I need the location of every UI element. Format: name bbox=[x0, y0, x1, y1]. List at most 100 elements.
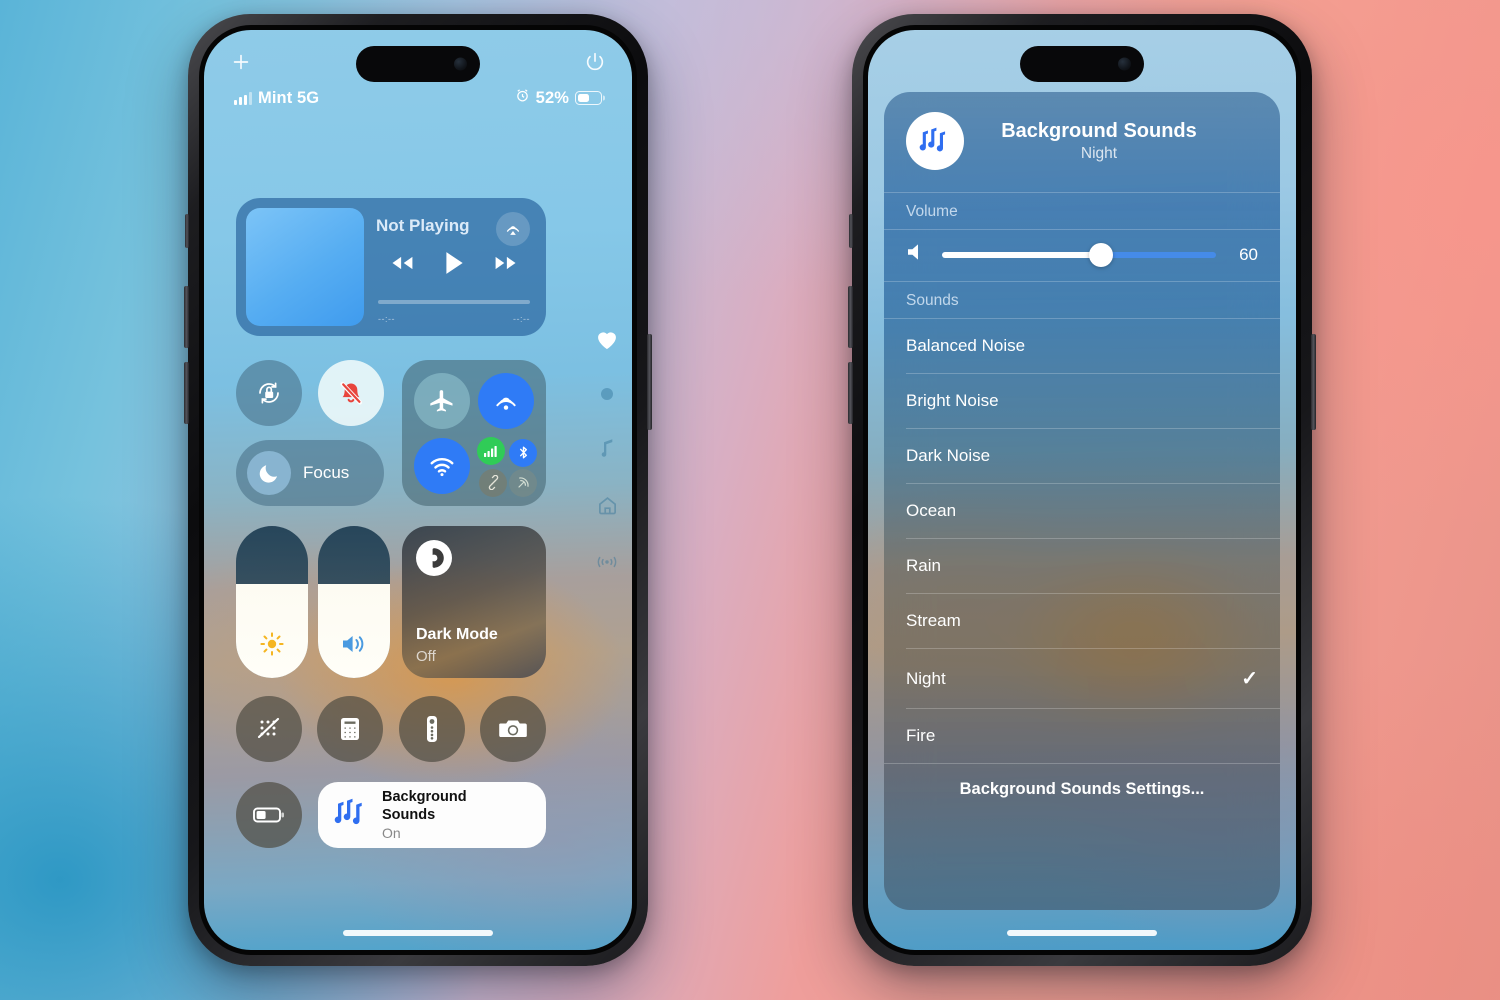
front-camera-icon-right bbox=[1118, 57, 1131, 71]
checkmark-icon: ✓ bbox=[1241, 668, 1258, 690]
sound-option-label: Dark Noise bbox=[906, 446, 991, 465]
volume-row: 60 bbox=[884, 230, 1280, 281]
volume-value: 60 bbox=[1239, 244, 1258, 264]
sounds-list: Balanced Noise Bright Noise Dark Noise Ocea… bbox=[884, 319, 1280, 763]
sound-option-row[interactable]: Night ✓ bbox=[884, 649, 1280, 708]
rotation-lock-icon[interactable] bbox=[236, 360, 302, 426]
low-power-mode-icon[interactable] bbox=[236, 782, 302, 848]
calculator-icon[interactable] bbox=[317, 696, 384, 762]
screen-mirroring-off-icon[interactable] bbox=[236, 696, 302, 762]
panel-header-text: Background Sounds Night bbox=[980, 120, 1258, 163]
status-bar: Mint 5G 52% bbox=[204, 88, 632, 108]
bgs-title-line2: Sounds bbox=[382, 806, 436, 823]
left-phone-screen: Mint 5G 52% Not Playing --:-- --:-- Focu… bbox=[204, 30, 632, 950]
speaker-icon bbox=[906, 242, 928, 267]
sound-option-label: Fire bbox=[906, 726, 936, 745]
heart-icon[interactable] bbox=[596, 330, 618, 355]
volume-slider-fill bbox=[942, 251, 1101, 258]
volume-up-button[interactable] bbox=[184, 286, 189, 348]
sound-option-row[interactable]: Fire bbox=[884, 709, 1280, 763]
volume-slider-track[interactable] bbox=[942, 242, 1216, 267]
silent-switch[interactable] bbox=[185, 214, 189, 248]
sound-option-label: Balanced Noise bbox=[906, 336, 1026, 355]
sound-option-label: Stream bbox=[906, 611, 961, 630]
media-player-widget[interactable]: Not Playing --:-- --:-- bbox=[236, 198, 546, 336]
shortcut-row bbox=[236, 696, 546, 762]
wifi-icon[interactable] bbox=[414, 437, 470, 494]
bottom-row: Background Sounds On bbox=[236, 782, 546, 848]
power-icon[interactable] bbox=[584, 51, 606, 78]
volume-down-button-right[interactable] bbox=[848, 362, 853, 424]
music-notes-icon bbox=[332, 796, 370, 835]
sound-option-row[interactable]: Stream bbox=[884, 594, 1280, 648]
focus-label: Focus bbox=[303, 463, 350, 482]
home-indicator-right[interactable] bbox=[1007, 930, 1157, 936]
background-sounds-text: Background Sounds On bbox=[382, 788, 467, 843]
rewind-icon[interactable] bbox=[389, 254, 415, 277]
dynamic-island bbox=[356, 46, 480, 82]
camera-icon[interactable] bbox=[479, 696, 546, 762]
connectivity-icon[interactable] bbox=[596, 553, 618, 576]
media-timestamps: --:-- --:-- bbox=[378, 314, 530, 324]
airplay-icon[interactable] bbox=[496, 212, 530, 246]
sound-option-label: Bright Noise bbox=[906, 391, 999, 410]
home-indicator[interactable] bbox=[343, 930, 493, 936]
remaining-time: --:-- bbox=[513, 314, 530, 324]
airplane-mode-icon[interactable] bbox=[414, 372, 470, 429]
cellular-data-icon[interactable] bbox=[477, 436, 505, 465]
volume-down-button[interactable] bbox=[184, 362, 189, 424]
sound-option-row[interactable]: Balanced Noise bbox=[884, 319, 1280, 373]
dynamic-island-right bbox=[1020, 46, 1144, 82]
bgs-state: On bbox=[382, 824, 401, 841]
apple-tv-remote-icon[interactable] bbox=[398, 696, 465, 762]
connectivity-module bbox=[402, 360, 546, 506]
bell-slash-icon[interactable] bbox=[318, 360, 384, 426]
brightness-fill bbox=[236, 583, 308, 678]
control-center-body: Not Playing --:-- --:-- Focus Dark Mode … bbox=[222, 122, 582, 916]
airdrop-icon[interactable] bbox=[478, 372, 534, 429]
plus-icon[interactable] bbox=[230, 51, 252, 78]
volume-fill bbox=[318, 583, 390, 678]
satellite-icon[interactable] bbox=[509, 468, 537, 497]
focus-button[interactable]: Focus bbox=[236, 440, 384, 506]
sound-option-row[interactable]: Dark Noise bbox=[884, 429, 1280, 483]
volume-up-button-right[interactable] bbox=[848, 286, 853, 348]
dark-mode-icon bbox=[416, 540, 452, 576]
personal-hotspot-icon[interactable] bbox=[479, 468, 507, 497]
left-phone-bezel: Mint 5G 52% Not Playing --:-- --:-- Focu… bbox=[199, 25, 637, 955]
volume-slider[interactable] bbox=[318, 526, 390, 678]
moon-icon bbox=[247, 451, 291, 495]
power-button-side[interactable] bbox=[647, 334, 652, 430]
dark-mode-tile[interactable]: Dark Mode Off bbox=[402, 526, 546, 678]
panel-title: Background Sounds bbox=[1001, 119, 1197, 142]
media-progress-bar[interactable] bbox=[378, 300, 530, 304]
power-button-side-right[interactable] bbox=[1311, 334, 1316, 430]
alarm-clock-icon bbox=[515, 88, 530, 108]
panel-header: Background Sounds Night bbox=[884, 92, 1280, 192]
dot-icon[interactable] bbox=[600, 387, 614, 406]
background-sounds-button[interactable]: Background Sounds On bbox=[318, 782, 546, 848]
sound-option-row[interactable]: Rain bbox=[884, 539, 1280, 593]
bluetooth-icon[interactable] bbox=[509, 438, 537, 467]
brightness-icon bbox=[259, 631, 285, 662]
right-phone-device: Background Sounds Night Volume 60 Sounds… bbox=[848, 14, 1316, 966]
volume-slider-knob[interactable] bbox=[1088, 242, 1113, 267]
play-icon[interactable] bbox=[443, 250, 465, 281]
silent-switch-right[interactable] bbox=[849, 214, 853, 248]
background-sounds-settings-link[interactable]: Background Sounds Settings... bbox=[884, 764, 1280, 815]
sound-option-row[interactable]: Bright Noise bbox=[884, 374, 1280, 428]
music-note-icon[interactable] bbox=[597, 438, 617, 463]
home-icon[interactable] bbox=[597, 495, 618, 521]
elapsed-time: --:-- bbox=[378, 314, 395, 324]
music-notes-icon bbox=[906, 112, 964, 170]
fast-forward-icon[interactable] bbox=[493, 254, 519, 277]
bgs-title-line1: Background bbox=[382, 788, 467, 805]
sound-option-row[interactable]: Ocean bbox=[884, 484, 1280, 538]
cellular-signal-icon bbox=[234, 91, 252, 105]
right-phone-screen: Background Sounds Night Volume 60 Sounds… bbox=[868, 30, 1296, 950]
dark-mode-title: Dark Mode bbox=[416, 626, 498, 643]
album-art bbox=[246, 208, 364, 326]
page-indicator-rail bbox=[592, 330, 622, 576]
battery-icon bbox=[575, 91, 602, 105]
brightness-slider[interactable] bbox=[236, 526, 308, 678]
